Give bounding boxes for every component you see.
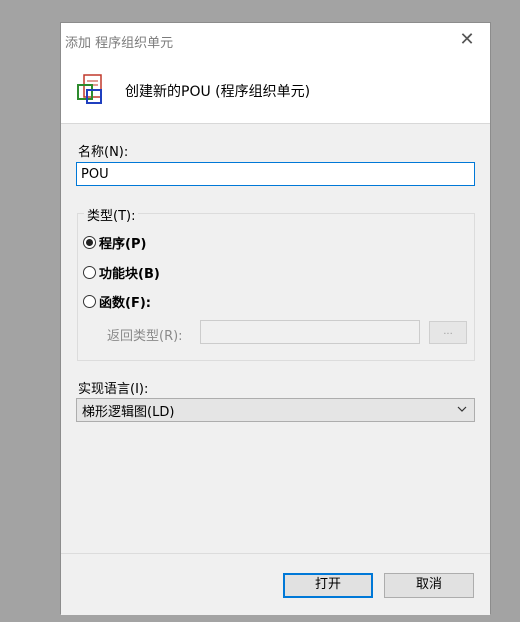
- title-bar: 添加 程序组织单元 ✕: [61, 23, 490, 55]
- radio-function-label: 函数(F):: [99, 296, 151, 311]
- pou-icon: [77, 74, 102, 104]
- radio-indicator: [83, 266, 96, 279]
- radio-function-block-label: 功能块(B): [99, 267, 160, 282]
- open-button[interactable]: 打开: [283, 573, 373, 598]
- name-input[interactable]: [76, 162, 475, 186]
- radio-program[interactable]: 程序(P): [83, 233, 146, 252]
- language-selected-value: 梯形逻辑图(LD): [82, 404, 175, 420]
- language-select[interactable]: 梯形逻辑图(LD): [76, 398, 475, 422]
- close-icon: ✕: [459, 28, 475, 50]
- close-button[interactable]: ✕: [444, 23, 490, 55]
- window-title: 添加 程序组织单元: [65, 36, 174, 51]
- language-label: 实现语言(I):: [78, 382, 149, 397]
- return-type-label: 返回类型(R):: [107, 329, 183, 344]
- type-legend: 类型(T):: [84, 205, 139, 224]
- header-text: 创建新的POU (程序组织单元): [125, 84, 311, 100]
- chevron-down-icon: [457, 406, 467, 412]
- radio-function[interactable]: 函数(F):: [83, 292, 151, 311]
- add-pou-dialog: 添加 程序组织单元 ✕ 创建新的POU (程序组织单元) 名称(N): 类型(T…: [60, 22, 491, 615]
- radio-indicator: [83, 295, 96, 308]
- cancel-button[interactable]: 取消: [384, 573, 474, 598]
- dialog-header: 创建新的POU (程序组织单元): [61, 55, 490, 124]
- name-label: 名称(N):: [78, 145, 129, 160]
- return-type-input[interactable]: [200, 320, 420, 344]
- radio-function-block[interactable]: 功能块(B): [83, 263, 160, 282]
- radio-program-label: 程序(P): [99, 237, 147, 252]
- radio-indicator-checked: [83, 236, 96, 249]
- browse-button[interactable]: ...: [429, 321, 467, 344]
